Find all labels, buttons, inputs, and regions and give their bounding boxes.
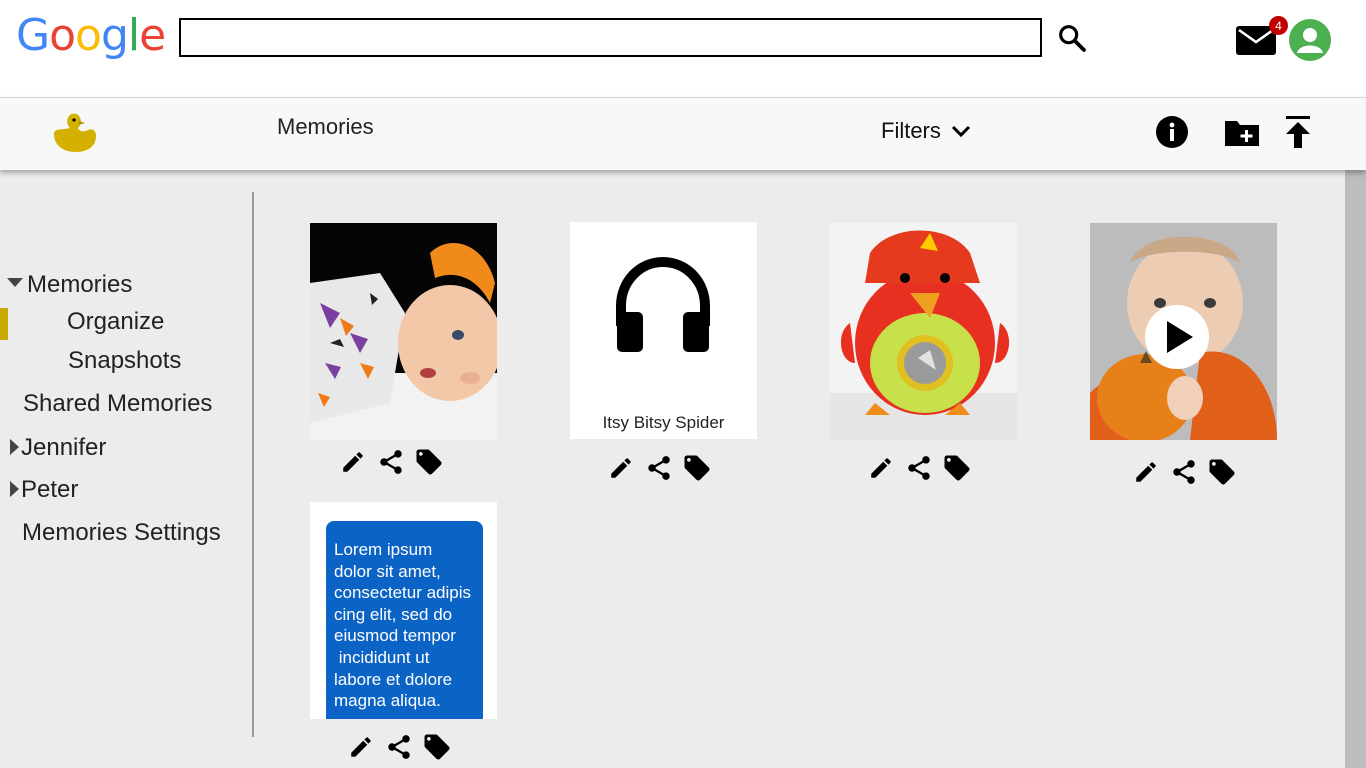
edit-button[interactable] xyxy=(338,447,368,477)
card-actions xyxy=(866,453,972,483)
baby-photo-image xyxy=(310,223,497,440)
sidebar-item-label: Memories Settings xyxy=(22,519,221,546)
filters-dropdown[interactable]: Filters xyxy=(881,118,971,144)
edit-button[interactable] xyxy=(346,732,376,762)
sidebar-item-peter[interactable]: Peter xyxy=(10,476,78,504)
search-input[interactable] xyxy=(179,18,1042,57)
sidebar-item-label: Peter xyxy=(21,476,79,503)
sidebar-divider xyxy=(252,192,254,737)
upload-button[interactable] xyxy=(1280,114,1316,150)
create-folder-icon xyxy=(1225,121,1259,146)
share-icon xyxy=(380,450,402,474)
sidebar-item-memories-settings[interactable]: Memories Settings xyxy=(22,519,221,547)
tag-button[interactable] xyxy=(422,732,452,762)
pencil-icon xyxy=(611,458,631,478)
duck-icon xyxy=(54,113,96,152)
play-button[interactable] xyxy=(1145,305,1209,369)
account-avatar[interactable] xyxy=(1289,19,1331,61)
tag-button[interactable] xyxy=(942,453,972,483)
tag-icon xyxy=(416,449,442,475)
card-actions xyxy=(346,732,452,762)
google-logo[interactable]: Google xyxy=(16,10,166,61)
card-actions xyxy=(1131,457,1237,487)
pencil-icon xyxy=(343,452,363,472)
unread-count-badge: 4 xyxy=(1269,16,1288,35)
sidebar-item-organize[interactable]: Organize xyxy=(67,308,164,336)
new-folder-button[interactable] xyxy=(1224,114,1260,150)
page-title: Memories xyxy=(277,114,374,139)
google-header: Google 4 xyxy=(0,0,1366,97)
tag-icon xyxy=(424,734,450,760)
search-icon xyxy=(1059,25,1086,52)
pencil-icon xyxy=(871,458,891,478)
edit-button[interactable] xyxy=(1131,457,1161,487)
tag-icon xyxy=(1209,459,1235,485)
tag-icon xyxy=(944,455,970,481)
edit-button[interactable] xyxy=(606,453,636,483)
share-icon xyxy=(648,456,670,480)
expand-right-icon xyxy=(10,480,19,497)
play-icon xyxy=(1167,321,1193,353)
share-button[interactable] xyxy=(644,453,674,483)
tag-button[interactable] xyxy=(1207,457,1237,487)
memory-card-photo[interactable] xyxy=(830,223,1017,440)
share-icon xyxy=(908,456,930,480)
active-indicator xyxy=(0,308,8,340)
expand-down-icon xyxy=(7,278,23,288)
tag-button[interactable] xyxy=(682,453,712,483)
tag-icon xyxy=(684,455,710,481)
pencil-icon xyxy=(351,737,371,757)
share-button[interactable] xyxy=(1169,457,1199,487)
sidebar-item-label: Organize xyxy=(67,308,165,335)
edit-button[interactable] xyxy=(866,453,896,483)
info-button[interactable] xyxy=(1154,114,1190,150)
share-icon xyxy=(1173,460,1195,484)
memory-card-note[interactable]: Lorem ipsum dolor sit amet, consectetur … xyxy=(310,502,497,719)
sidebar-item-jennifer[interactable]: Jennifer xyxy=(10,434,106,462)
share-button[interactable] xyxy=(376,447,406,477)
memory-card-video[interactable] xyxy=(1090,223,1277,440)
sidebar-item-label: Snapshots xyxy=(68,347,182,374)
card-actions xyxy=(338,447,444,477)
memories-toolbar: Memories Filters xyxy=(0,97,1366,170)
vertical-scrollbar[interactable] xyxy=(1345,170,1366,768)
search-button[interactable] xyxy=(1054,20,1090,56)
info-icon xyxy=(1156,116,1188,148)
filters-label: Filters xyxy=(881,118,941,143)
share-button[interactable] xyxy=(384,732,414,762)
upload-icon xyxy=(1286,116,1310,148)
sidebar-item-snapshots[interactable]: Snapshots xyxy=(68,347,181,375)
user-icon xyxy=(1297,28,1323,53)
tag-button[interactable] xyxy=(414,447,444,477)
note-text: Lorem ipsum dolor sit amet, consectetur … xyxy=(326,521,483,719)
memory-card-photo[interactable] xyxy=(310,223,497,440)
sidebar-item-label: Jennifer xyxy=(21,434,107,461)
duck-logo[interactable] xyxy=(50,108,98,154)
expand-right-icon xyxy=(10,438,19,455)
chevron-down-icon xyxy=(951,125,970,138)
card-actions xyxy=(606,453,712,483)
sidebar-item-label: Shared Memories xyxy=(23,390,213,417)
bird-toy-photo-image xyxy=(830,223,1017,440)
headphones-icon xyxy=(616,256,710,352)
share-button[interactable] xyxy=(904,453,934,483)
sidebar-item-label: Memories xyxy=(27,271,133,298)
audio-caption: Itsy Bitsy Spider xyxy=(602,413,725,432)
sidebar-item-shared-memories[interactable]: Shared Memories xyxy=(23,390,212,418)
sidebar-item-memories[interactable]: Memories xyxy=(7,271,132,299)
pencil-icon xyxy=(1136,462,1156,482)
share-icon xyxy=(388,735,410,759)
memory-card-audio[interactable]: Itsy Bitsy Spider xyxy=(570,222,757,439)
